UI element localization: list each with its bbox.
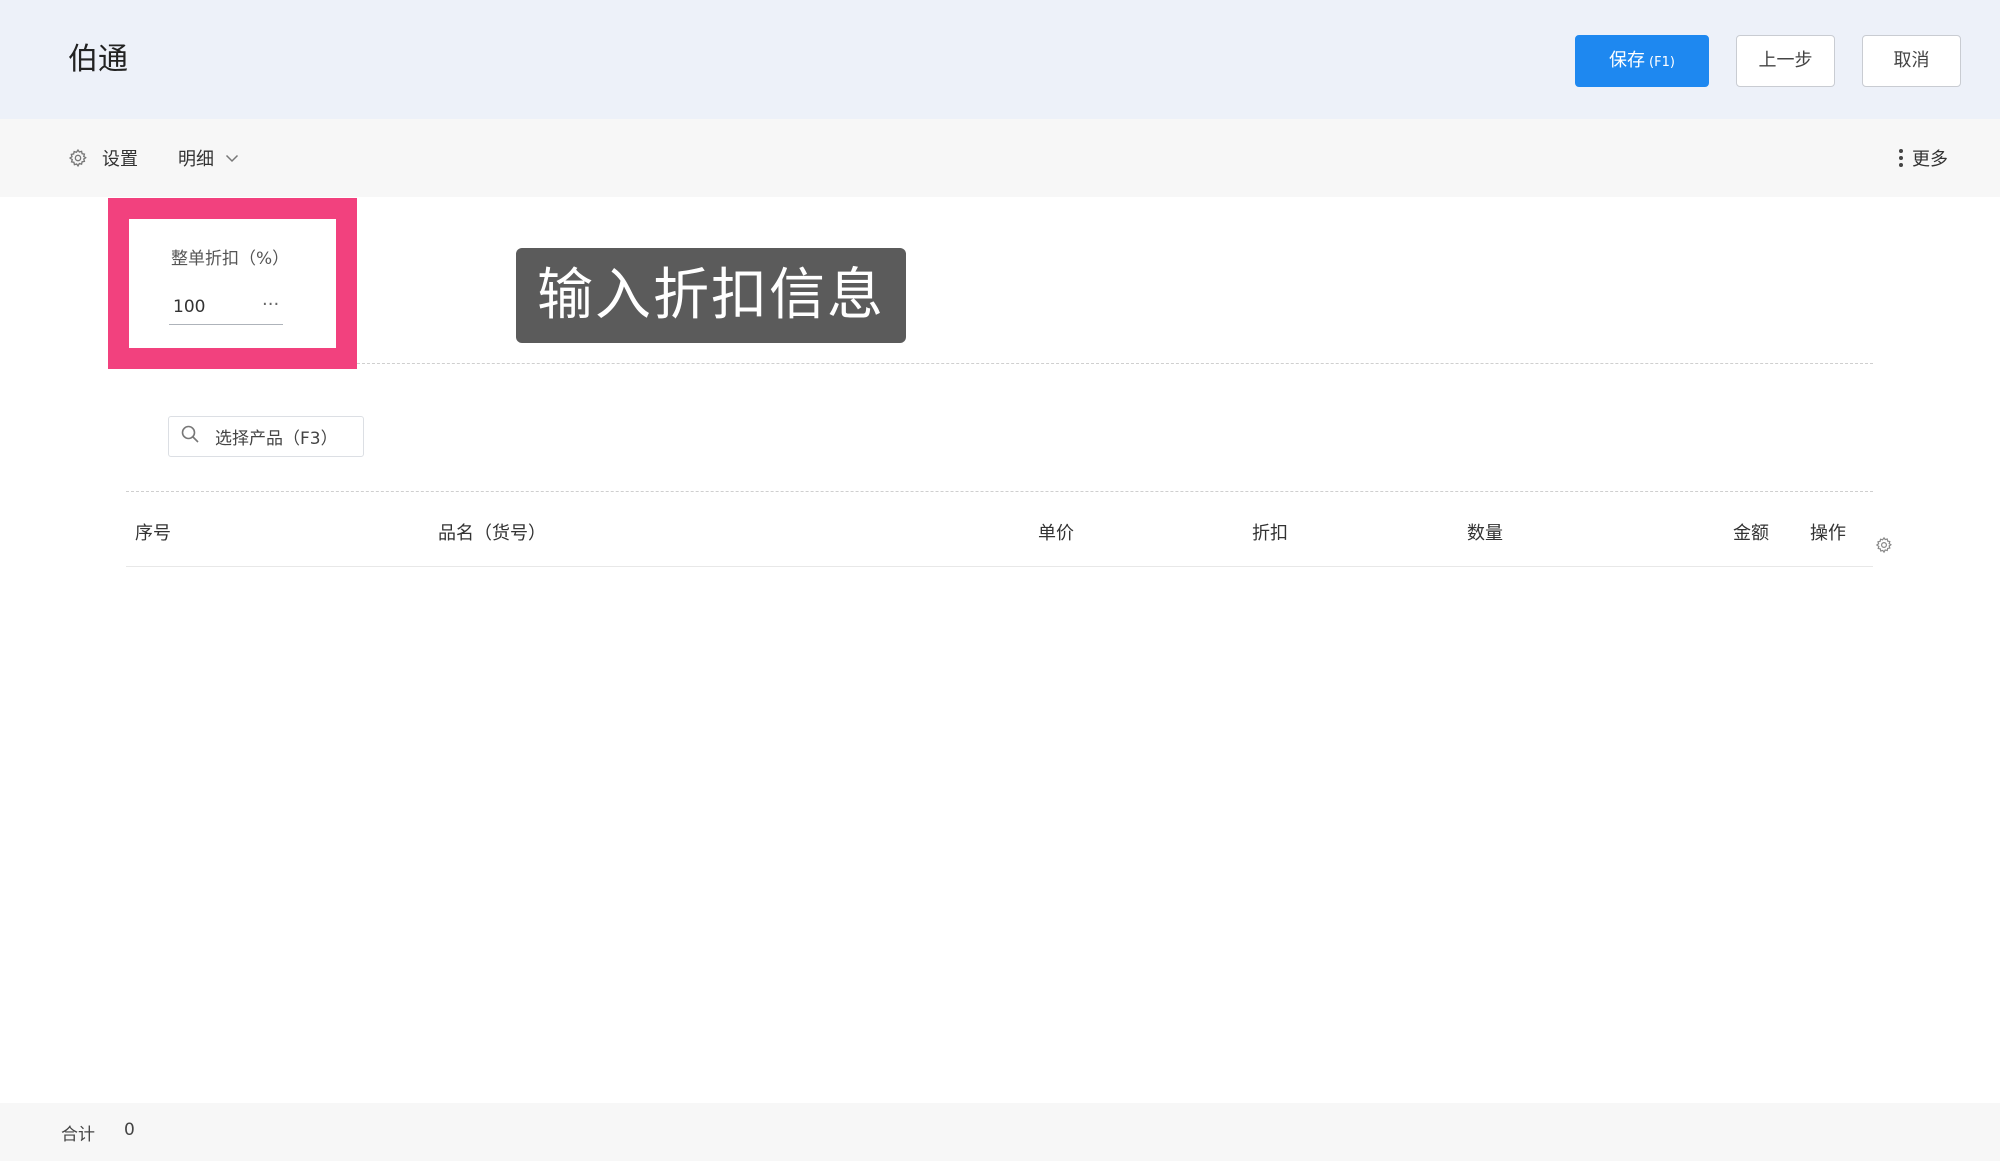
page-title: 伯通 — [68, 42, 128, 77]
total-label: 合计 — [61, 1125, 95, 1145]
product-search-placeholder: 选择产品（F3） — [215, 429, 338, 449]
column-header-price: 单价 — [1038, 523, 1074, 544]
instruction-tooltip: 输入折扣信息 — [516, 248, 906, 343]
section-divider — [357, 363, 1873, 364]
table-header: 序号 品名（货号） 单价 折扣 数量 金额 操作 — [126, 508, 1892, 567]
section-divider — [126, 491, 1873, 492]
chevron-down-icon — [224, 150, 240, 166]
discount-label: 整单折扣（%） — [171, 249, 290, 269]
save-shortcut-hint: (F1) — [1649, 55, 1675, 70]
total-value: 0 — [124, 1120, 135, 1140]
column-header-actions: 操作 — [1810, 523, 1846, 544]
search-icon — [169, 424, 215, 449]
save-button-label: 保存 — [1609, 50, 1646, 71]
discount-highlight-frame — [108, 198, 357, 369]
toolbar: 设置 明细 更多 — [0, 119, 2000, 197]
settings-label: 设置 — [102, 149, 138, 170]
column-header-amount: 金额 — [1733, 523, 1769, 544]
product-search-input[interactable]: 选择产品（F3） — [168, 416, 364, 457]
detail-dropdown[interactable]: 明细 — [178, 119, 240, 197]
cancel-button[interactable]: 取消 — [1862, 35, 1961, 87]
column-header-name: 品名（货号） — [438, 523, 546, 544]
detail-label: 明细 — [178, 149, 214, 170]
more-label: 更多 — [1912, 149, 1948, 170]
column-header-quantity: 数量 — [1467, 523, 1503, 544]
footer: 合计 0 — [0, 1103, 2000, 1161]
save-button[interactable]: 保存 (F1) — [1575, 35, 1709, 87]
discount-more-button[interactable]: ··· — [262, 294, 279, 315]
previous-step-button[interactable]: 上一步 — [1736, 35, 1835, 87]
column-header-discount: 折扣 — [1252, 523, 1288, 544]
settings-button[interactable]: 设置 — [68, 119, 138, 197]
page: 伯通 保存 (F1) 上一步 取消 设置 明细 更多 整单折扣（%） 100 ·… — [0, 0, 2000, 1161]
column-header-seq: 序号 — [135, 523, 171, 544]
gear-icon[interactable] — [1875, 523, 1893, 575]
header: 伯通 保存 (F1) 上一步 取消 — [0, 0, 2000, 119]
vertical-dots-icon — [1898, 148, 1904, 168]
more-button[interactable]: 更多 — [1898, 119, 1948, 197]
gear-icon — [68, 148, 88, 168]
